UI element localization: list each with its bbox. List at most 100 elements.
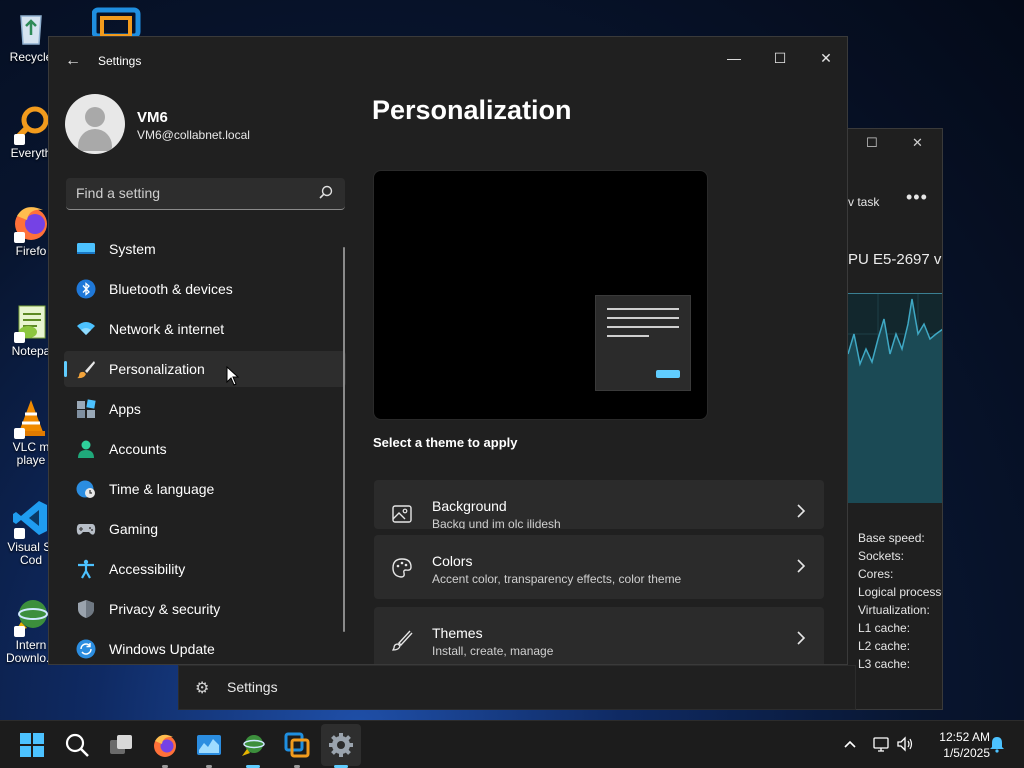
- back-arrow-icon[interactable]: ←: [63, 51, 83, 71]
- card-subtitle: Install, create, manage: [432, 644, 554, 658]
- sidebar-item-bluetooth[interactable]: Bluetooth & devices: [64, 271, 346, 307]
- image-icon: [392, 505, 412, 523]
- notification-bell-icon[interactable]: [988, 735, 1006, 753]
- sidebar-item-label: System: [109, 241, 156, 257]
- task-manager-icon[interactable]: [196, 732, 222, 758]
- card-subtitle: Accent color, transparency effects, colo…: [432, 572, 682, 586]
- firefox-icon[interactable]: [152, 732, 178, 758]
- update-icon: [76, 639, 96, 659]
- user-profile[interactable]: VM6 VM6@collabnet.local: [65, 94, 355, 154]
- accessibility-icon: [78, 559, 94, 579]
- chevron-right-icon: [797, 504, 806, 518]
- gamepad-icon: [76, 524, 96, 535]
- start-search-result[interactable]: ⚙ Settings: [178, 665, 856, 710]
- vmware-icon[interactable]: [284, 732, 310, 758]
- settings-gear-icon[interactable]: [328, 732, 354, 758]
- sidebar-item-label: Apps: [109, 401, 141, 417]
- shortcut-arrow-icon: [14, 626, 25, 637]
- sidebar-item-label: Accounts: [109, 441, 167, 457]
- spec-label: L3 cache:: [858, 657, 911, 671]
- shortcut-arrow-icon: [14, 528, 25, 539]
- search-result-label: Settings: [227, 679, 278, 695]
- cpu-model-label: PU E5-2697 v: [848, 251, 942, 268]
- chevron-right-icon: [797, 631, 806, 645]
- sidebar-item-label: Bluetooth & devices: [109, 281, 233, 297]
- wifi-icon: [77, 322, 95, 335]
- cpu-usage-graph: [848, 293, 942, 503]
- run-new-task-button[interactable]: v task: [848, 195, 879, 209]
- shortcut-arrow-icon: [14, 332, 25, 343]
- monitor-icon: [77, 243, 95, 254]
- spec-label: Sockets:: [858, 549, 905, 563]
- sidebar-item-system[interactable]: System: [64, 231, 346, 267]
- taskbar: 12:52 AM 1/5/2025: [0, 720, 1024, 768]
- spec-label: Logical processo: [858, 585, 943, 599]
- settings-window[interactable]: ← Settings — ☐ ✕ VM6 VM6@collabnet.local…: [48, 36, 848, 665]
- recycle-bin-icon: [20, 15, 42, 45]
- nav-scrollbar[interactable]: [343, 247, 345, 632]
- sidebar-item-accounts[interactable]: Accounts: [64, 431, 346, 467]
- theme-hint: Select a theme to apply: [373, 435, 518, 450]
- cpu-specs-list: Base speed: Sockets: Cores: Logical proc…: [858, 529, 943, 673]
- sidebar-item-windows-update[interactable]: Windows Update: [64, 631, 346, 664]
- paintbrush-icon: [77, 361, 95, 379]
- sidebar-item-privacy[interactable]: Privacy & security: [64, 591, 346, 627]
- card-subtitle: Backg und im olc ilidesh: [432, 517, 561, 529]
- chevron-right-icon: [797, 559, 806, 573]
- close-icon[interactable]: ✕: [912, 135, 923, 151]
- globe-clock-icon: [76, 480, 95, 498]
- theme-preview: [373, 170, 708, 420]
- maximize-icon[interactable]: ☐: [866, 135, 878, 151]
- colors-card[interactable]: Colors Accent color, transparency effect…: [374, 535, 824, 599]
- card-title: Colors: [432, 553, 473, 569]
- more-options-icon[interactable]: •••: [906, 187, 928, 208]
- volume-icon[interactable]: [896, 735, 914, 753]
- task-view-icon[interactable]: [108, 732, 134, 758]
- network-icon[interactable]: [872, 735, 890, 753]
- sidebar-item-label: Windows Update: [109, 641, 215, 657]
- sidebar-item-label: Personalization: [109, 361, 205, 377]
- person-icon: [78, 440, 94, 458]
- preview-window: [595, 295, 691, 391]
- sidebar-item-gaming[interactable]: Gaming: [64, 511, 346, 547]
- find-setting-box[interactable]: [66, 178, 345, 210]
- window-title: Settings: [98, 54, 142, 68]
- palette-icon: [392, 558, 412, 578]
- bluetooth-icon: [76, 279, 96, 299]
- user-name: VM6: [137, 109, 168, 126]
- title-bar[interactable]: ← Settings — ☐ ✕: [49, 37, 847, 85]
- search-icon[interactable]: [319, 185, 333, 199]
- find-setting-input[interactable]: [66, 178, 306, 208]
- settings-nav: System Bluetooth & devices Network & int…: [64, 231, 346, 664]
- shortcut-arrow-icon: [14, 428, 25, 439]
- sidebar-item-apps[interactable]: Apps: [64, 391, 346, 427]
- minimize-icon[interactable]: —: [714, 43, 754, 73]
- sidebar-item-label: Time & language: [109, 481, 215, 497]
- system-clock[interactable]: 12:52 AM 1/5/2025: [918, 729, 990, 761]
- maximize-icon[interactable]: ☐: [760, 43, 800, 73]
- shortcut-arrow-icon: [14, 232, 25, 243]
- chevron-up-icon[interactable]: [841, 735, 859, 753]
- sidebar-item-accessibility[interactable]: Accessibility: [64, 551, 346, 587]
- task-manager-window[interactable]: ☐ ✕ v task ••• PU E5-2697 v Base speed: …: [848, 128, 943, 710]
- close-icon[interactable]: ✕: [806, 43, 846, 73]
- desktop-icon-vmware-partial[interactable]: [92, 6, 142, 36]
- clock-time: 12:52 AM: [939, 730, 990, 744]
- clock-date: 1/5/2025: [943, 746, 990, 760]
- search-icon[interactable]: [64, 732, 90, 758]
- windows-start-icon[interactable]: [19, 732, 45, 758]
- sidebar-item-personalization[interactable]: Personalization: [64, 351, 346, 387]
- download-manager-icon[interactable]: [240, 732, 266, 758]
- gear-icon: ⚙: [195, 680, 210, 697]
- apps-icon: [77, 399, 96, 418]
- sidebar-item-label: Privacy & security: [109, 601, 221, 617]
- themes-card[interactable]: Themes Install, create, manage: [374, 607, 824, 664]
- sidebar-item-time-language[interactable]: Time & language: [64, 471, 346, 507]
- spec-label: Cores:: [858, 567, 894, 581]
- spec-label: L2 cache:: [858, 639, 911, 653]
- sidebar-item-label: Gaming: [109, 521, 159, 537]
- card-title: Themes: [432, 625, 483, 641]
- background-card[interactable]: Background Backg und im olc ilidesh: [374, 480, 824, 529]
- shortcut-arrow-icon: [14, 134, 25, 145]
- sidebar-item-network[interactable]: Network & internet: [64, 311, 346, 347]
